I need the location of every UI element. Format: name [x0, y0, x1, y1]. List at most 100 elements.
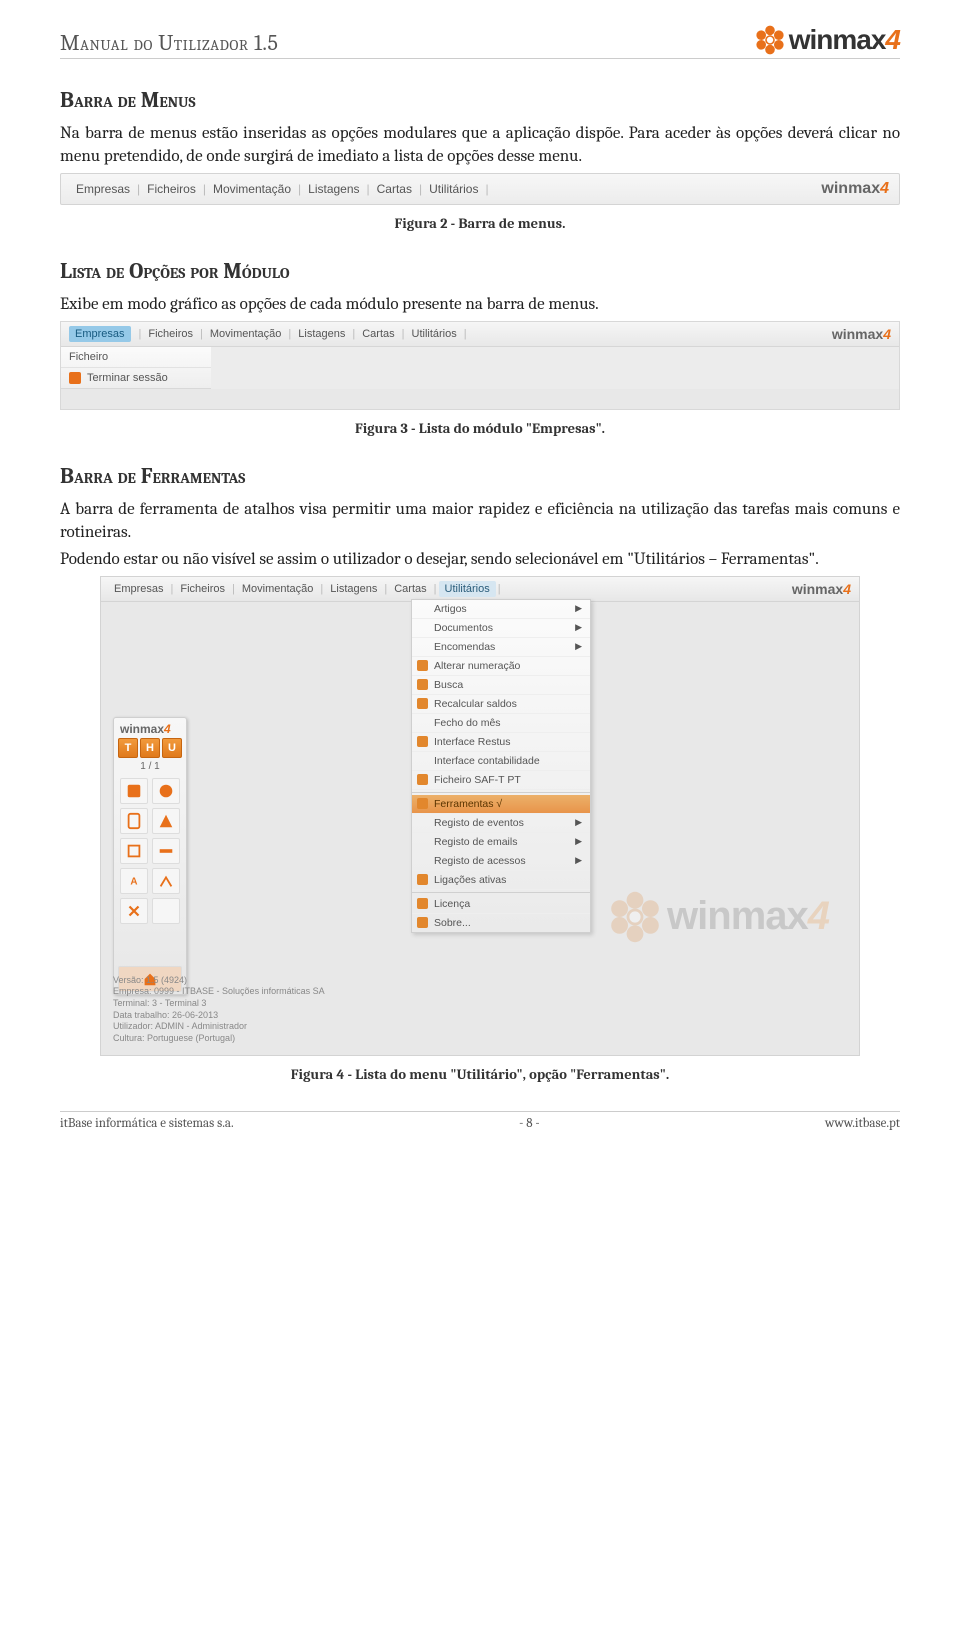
di-encomendas[interactable]: Encomendas▶: [412, 638, 590, 657]
di-reg-acessos[interactable]: Registo de acessos▶: [412, 852, 590, 871]
fig3-dropdown: Ficheiro Terminar sessão: [61, 347, 211, 389]
fig2-caption: Figura 2 - Barra de menus.: [60, 215, 900, 232]
toolbar-icon-grid: A: [118, 776, 182, 926]
toolbutton-1[interactable]: [120, 778, 148, 804]
file-icon: [417, 774, 428, 785]
fig3-caption: Figura 3 - Lista do módulo "Empresas".: [60, 420, 900, 437]
drop-ficheiro[interactable]: Ficheiro: [61, 347, 211, 368]
svg-text:A: A: [130, 876, 137, 887]
footer-left: itBase informática e sistemas s.a.: [60, 1116, 234, 1131]
di-saft[interactable]: Ficheiro SAF-T PT: [412, 771, 590, 790]
fig3-blank: [61, 389, 899, 409]
brand-text: winmax4: [789, 24, 900, 56]
menu-ficheiros[interactable]: Ficheiros: [175, 583, 230, 595]
di-fecho-mes[interactable]: Fecho do mês: [412, 714, 590, 733]
info-icon: [417, 917, 428, 928]
toolbutton-blank[interactable]: [152, 898, 180, 924]
toolbar-square-h[interactable]: H: [140, 738, 160, 758]
menu-cartas[interactable]: Cartas: [372, 182, 417, 196]
di-interface-restus[interactable]: Interface Restus: [412, 733, 590, 752]
menu-movimentacao[interactable]: Movimentação: [208, 182, 296, 196]
brand-logo: winmax4: [754, 24, 900, 56]
toolbutton-6[interactable]: [152, 838, 180, 864]
fig3-menubar: Empresas| Ficheiros| Movimentação| Lista…: [61, 322, 899, 347]
footer-right: www.itbase.pt: [825, 1116, 900, 1131]
fig4-dropdown: Artigos▶ Documentos▶ Encomendas▶ Alterar…: [411, 599, 591, 933]
di-reg-emails[interactable]: Registo de emails▶: [412, 833, 590, 852]
toolbutton-2[interactable]: [152, 778, 180, 804]
menu-empresas[interactable]: Empresas: [109, 583, 169, 595]
chevron-right-icon: ▶: [575, 855, 582, 866]
di-reg-eventos[interactable]: Registo de eventos▶: [412, 814, 590, 833]
menu-cartas[interactable]: Cartas: [389, 583, 431, 595]
toolbar-square-u[interactable]: U: [162, 738, 182, 758]
para-ferramentas-2: Podendo estar ou não visível se assim o …: [60, 549, 900, 572]
search-icon: [417, 679, 428, 690]
key-icon: [417, 898, 428, 909]
menu-ficheiros[interactable]: Ficheiros: [142, 182, 201, 196]
toolbutton-7[interactable]: A: [120, 868, 148, 894]
manual-title: Manual do Utilizador 1.5: [60, 30, 278, 56]
menu-empresas-active[interactable]: Empresas: [69, 326, 131, 342]
toolbar-brand: winmax4: [118, 722, 182, 738]
menu-utilitarios[interactable]: Utilitários: [407, 328, 462, 340]
watermark-logo: winmax4: [607, 889, 829, 945]
di-alterar-num[interactable]: Alterar numeração: [412, 657, 590, 676]
di-sobre[interactable]: Sobre...: [412, 914, 590, 932]
refresh-icon: [417, 698, 428, 709]
menu-movimentacao[interactable]: Movimentação: [237, 583, 319, 595]
menu-utilitarios[interactable]: Utilitários: [424, 182, 483, 196]
di-interface-contab[interactable]: Interface contabilidade: [412, 752, 590, 771]
menu-utilitarios-active[interactable]: Utilitários: [439, 581, 496, 597]
toolbutton-settings[interactable]: [120, 898, 148, 924]
fig2-menubar: Empresas| Ficheiros| Movimentação| Lista…: [60, 173, 900, 205]
menu-empresas[interactable]: Empresas: [71, 182, 135, 196]
heading-barra-ferramentas: Barra de Ferramentas: [60, 463, 900, 489]
info-line: Empresa: 0999 - ITBASE - Soluções inform…: [113, 986, 325, 998]
para-ferramentas-1: A barra de ferramenta de atalhos visa pe…: [60, 499, 900, 545]
tools-icon: [417, 798, 428, 809]
page-header: Manual do Utilizador 1.5 winmax4: [60, 30, 900, 59]
fig4-panel: Empresas| Ficheiros| Movimentação| Lista…: [100, 576, 860, 1056]
fig4-footer-info: Versão: 1.5 (4924) Empresa: 0999 - ITBAS…: [113, 975, 325, 1045]
drop-ficheiro-label: Ficheiro: [69, 351, 108, 363]
menu-listagens[interactable]: Listagens: [293, 328, 350, 340]
menu-ficheiros[interactable]: Ficheiros: [143, 328, 198, 340]
toolbar-counter: 1 / 1: [118, 761, 182, 772]
menu-listagens[interactable]: Listagens: [303, 182, 364, 196]
para-barra-menus: Na barra de menus estão inseridas as opç…: [60, 123, 900, 169]
info-line: Cultura: Portuguese (Portugal): [113, 1033, 325, 1045]
toolbutton-8[interactable]: [152, 868, 180, 894]
fig4-caption: Figura 4 - Lista do menu "Utilitário", o…: [60, 1066, 900, 1083]
fig3-brand: winmax4: [832, 326, 891, 342]
menu-movimentacao[interactable]: Movimentação: [205, 328, 287, 340]
page-footer: itBase informática e sistemas s.a. - 8 -…: [60, 1111, 900, 1131]
heading-lista-opcoes: Lista de Opções por Módulo: [60, 258, 900, 284]
di-artigos[interactable]: Artigos▶: [412, 600, 590, 619]
action-icon: [417, 660, 428, 671]
exit-icon: [69, 372, 81, 384]
brand-word: winmax: [789, 24, 886, 55]
info-line: Data trabalho: 26-06-2013: [113, 1010, 325, 1022]
menu-listagens[interactable]: Listagens: [325, 583, 382, 595]
di-documentos[interactable]: Documentos▶: [412, 619, 590, 638]
di-licenca[interactable]: Licença: [412, 895, 590, 914]
toolbar-panel: winmax4 T H U 1 / 1 A: [113, 717, 187, 995]
di-ligacoes[interactable]: Ligações ativas: [412, 871, 590, 890]
footer-center: - 8 -: [519, 1116, 540, 1131]
toolbar-square-t[interactable]: T: [118, 738, 138, 758]
di-recalcular[interactable]: Recalcular saldos: [412, 695, 590, 714]
di-ferramentas-selected[interactable]: Ferramentas √: [412, 795, 590, 814]
chevron-right-icon: ▶: [575, 836, 582, 847]
di-busca[interactable]: Busca: [412, 676, 590, 695]
watermark-text: winmax4: [667, 894, 829, 939]
menu-cartas[interactable]: Cartas: [357, 328, 399, 340]
toolbutton-3[interactable]: [120, 808, 148, 834]
toolbutton-4[interactable]: [152, 808, 180, 834]
dropdown-divider: [412, 792, 590, 793]
connection-icon: [417, 874, 428, 885]
drop-terminar[interactable]: Terminar sessão: [61, 368, 211, 388]
toolbar-top-row: T H U: [118, 738, 182, 758]
chevron-right-icon: ▶: [575, 603, 582, 614]
toolbutton-5[interactable]: [120, 838, 148, 864]
